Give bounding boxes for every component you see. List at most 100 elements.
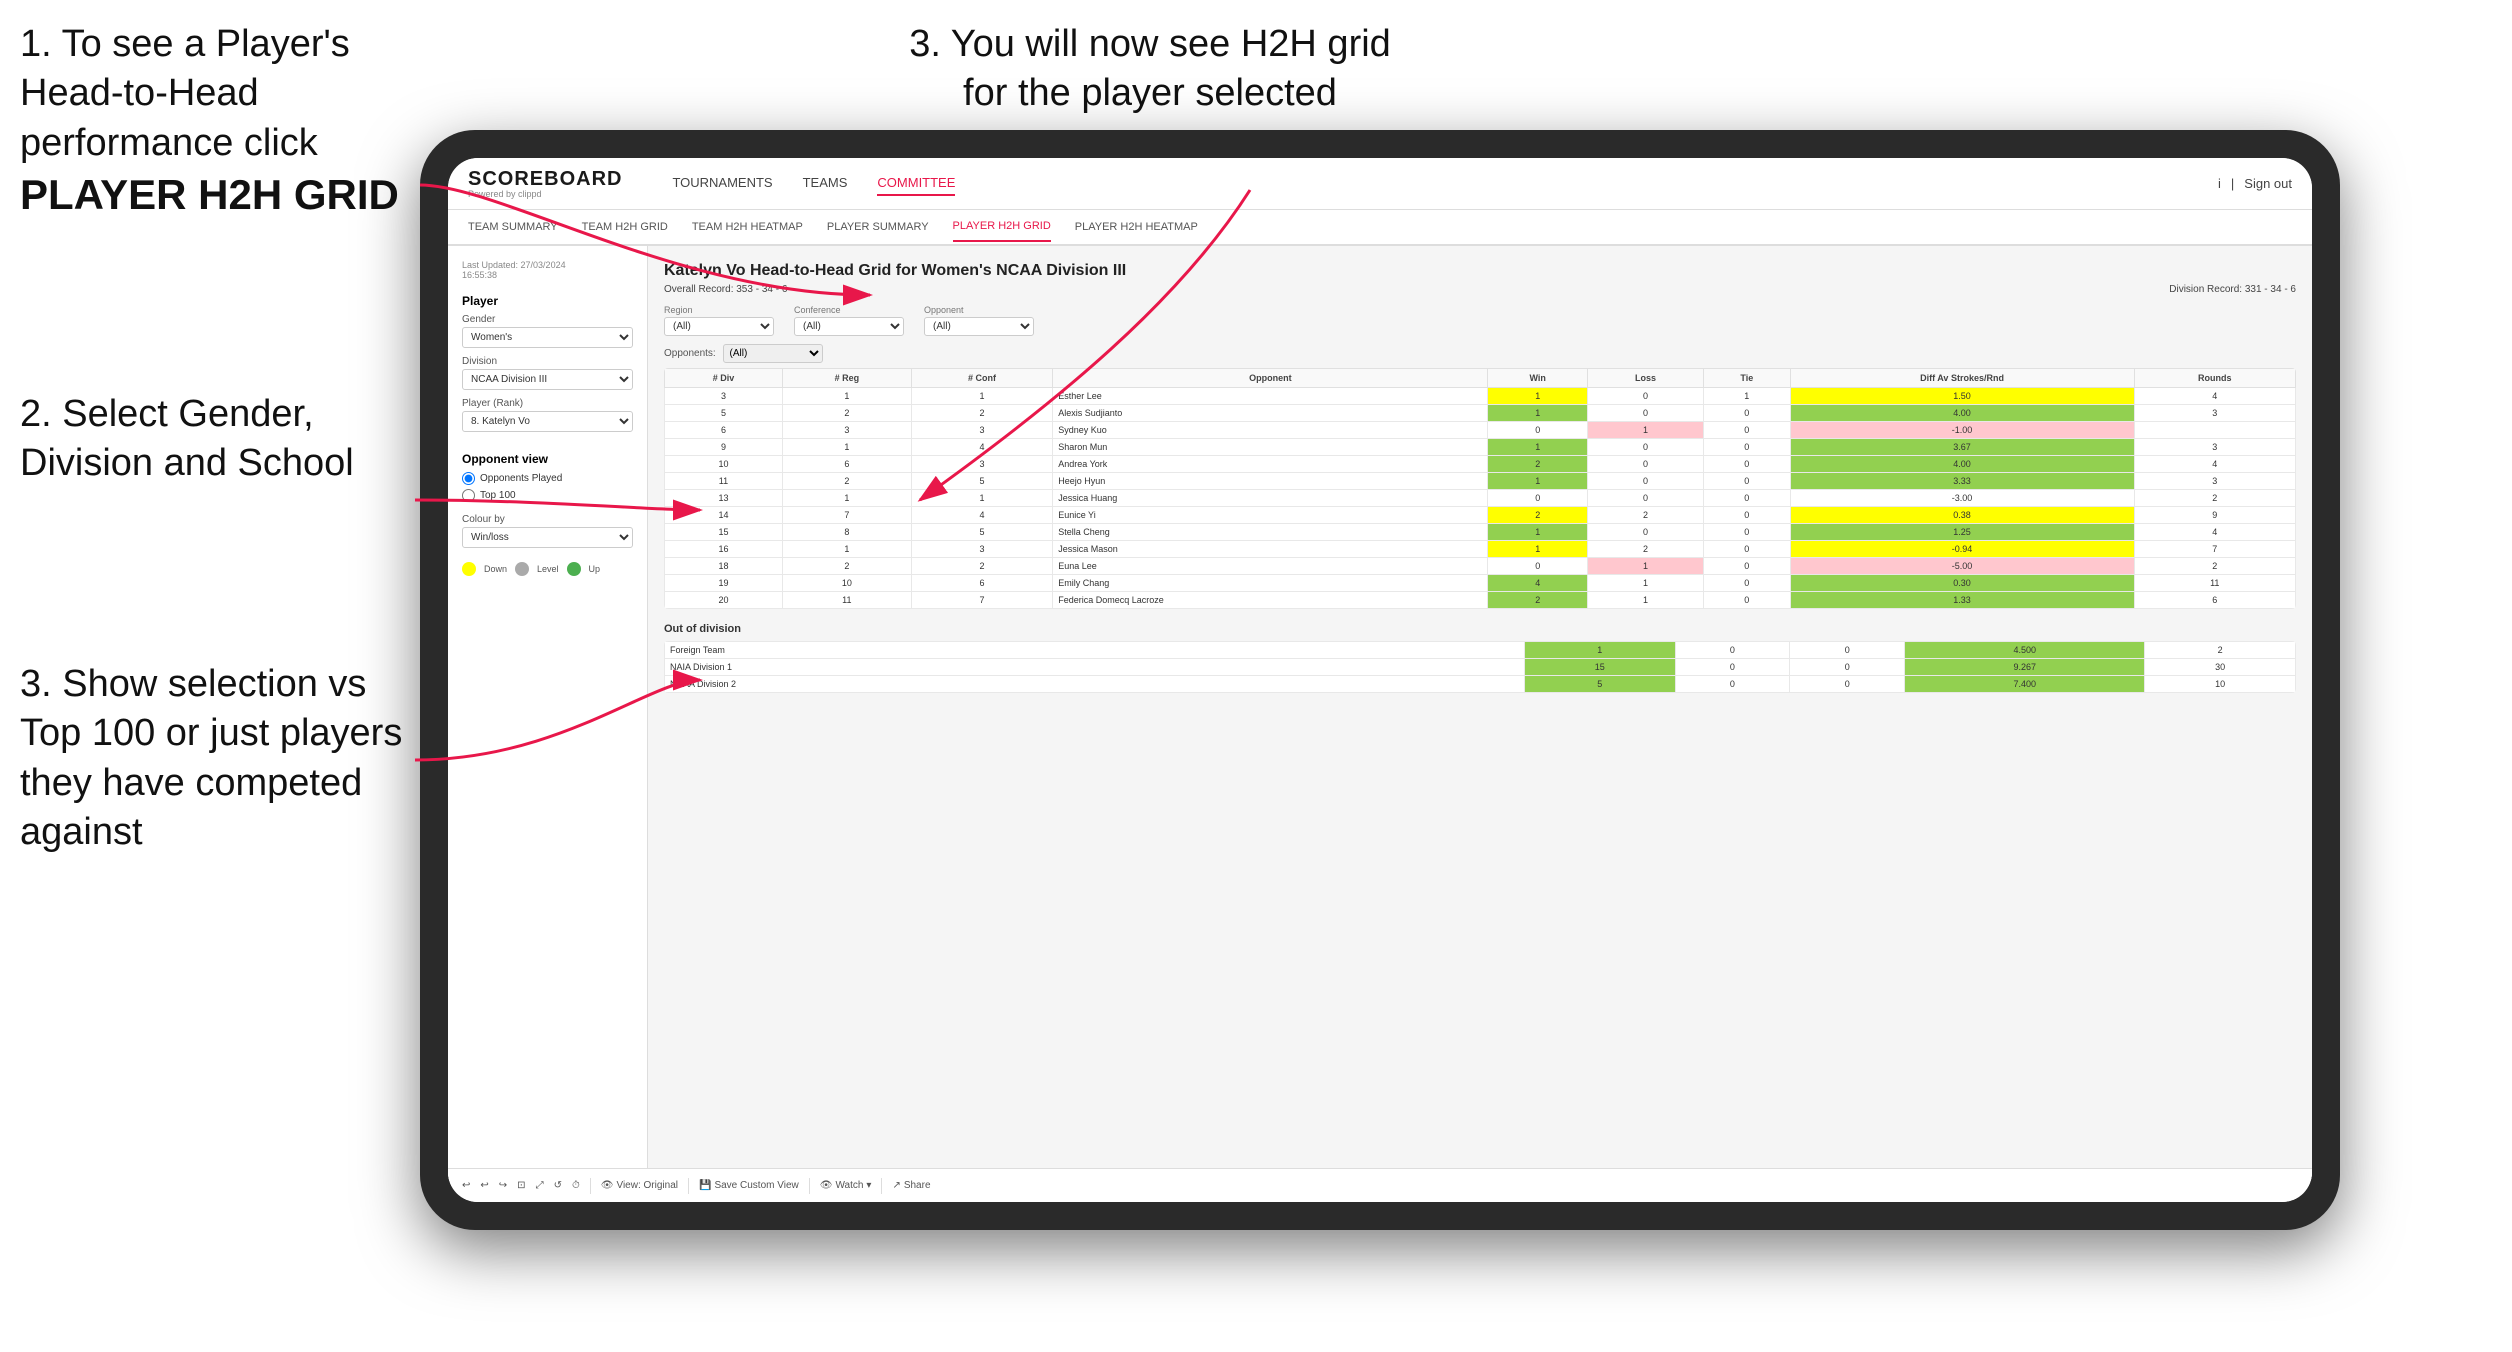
table-row: 10 6 3 Andrea York 2 0 0 4.00 4	[665, 456, 2296, 473]
cell-div: 18	[665, 558, 783, 575]
radio-opponents-played[interactable]: Opponents Played	[462, 472, 633, 485]
cell-loss: 0	[1587, 405, 1703, 422]
cell-win: 1	[1488, 473, 1587, 490]
cell-conf: 3	[911, 422, 1052, 439]
division-select[interactable]: NCAA Division III NCAA Division I NCAA D…	[462, 369, 633, 390]
cell-loss: 1	[1587, 592, 1703, 609]
cell-reg: 2	[782, 405, 911, 422]
legend-row: Down Level Up	[462, 562, 633, 576]
navbar: SCOREBOARD Powered by clippd TOURNAMENTS…	[448, 158, 2312, 210]
ood-name: NAIA Division 1	[665, 659, 1525, 676]
cell-opponent: Heejo Hyun	[1053, 473, 1488, 490]
cell-conf: 7	[911, 592, 1052, 609]
cell-loss: 0	[1587, 388, 1703, 405]
subnav-team-h2h-grid[interactable]: TEAM H2H GRID	[582, 213, 668, 241]
cell-reg: 3	[782, 422, 911, 439]
cell-loss: 0	[1587, 490, 1703, 507]
table-header-row: # Div # Reg # Conf Opponent Win Loss Tie…	[665, 369, 2296, 388]
col-tie: Tie	[1704, 369, 1790, 388]
out-of-division-wrapper: Foreign Team 1 0 0 4.500 2 NAIA Division…	[664, 641, 2296, 693]
clock-btn[interactable]: ⏱	[572, 1180, 580, 1191]
cell-tie: 0	[1704, 524, 1790, 541]
cell-win: 1	[1488, 439, 1587, 456]
cell-tie: 1	[1704, 388, 1790, 405]
rotate-btn[interactable]: ↺	[554, 1180, 562, 1191]
cell-rounds: 4	[2134, 456, 2295, 473]
legend-up-dot	[567, 562, 581, 576]
cell-win: 4	[1488, 575, 1587, 592]
cell-div: 3	[665, 388, 783, 405]
cell-loss: 0	[1587, 439, 1703, 456]
undo-btn[interactable]: ↩	[462, 1180, 470, 1191]
legend-down-dot	[462, 562, 476, 576]
cell-conf: 2	[911, 558, 1052, 575]
cell-diff: 3.67	[1790, 439, 2134, 456]
table-row: 14 7 4 Eunice Yi 2 2 0 0.38 9	[665, 507, 2296, 524]
grid-table-wrapper: # Div # Reg # Conf Opponent Win Loss Tie…	[664, 368, 2296, 609]
cell-opponent: Esther Lee	[1053, 388, 1488, 405]
cell-win: 0	[1488, 558, 1587, 575]
cell-rounds	[2134, 422, 2295, 439]
cell-reg: 2	[782, 473, 911, 490]
save-custom-btn[interactable]: 💾 Save Custom View	[699, 1180, 799, 1191]
ood-tbody: Foreign Team 1 0 0 4.500 2 NAIA Division…	[665, 642, 2296, 693]
cell-tie: 0	[1704, 490, 1790, 507]
subnav-player-h2h-heatmap[interactable]: PLAYER H2H HEATMAP	[1075, 213, 1198, 241]
opponents-filter-select[interactable]: (All)	[723, 344, 823, 363]
cell-rounds: 4	[2134, 524, 2295, 541]
right-content: Katelyn Vo Head-to-Head Grid for Women's…	[648, 246, 2312, 1200]
cell-conf: 4	[911, 439, 1052, 456]
move-btn[interactable]: ⤢	[536, 1180, 544, 1191]
ood-rounds: 10	[2145, 676, 2296, 693]
radio-top100[interactable]: Top 100	[462, 489, 633, 502]
cell-opponent: Jessica Mason	[1053, 541, 1488, 558]
cell-reg: 2	[782, 558, 911, 575]
redo-btn[interactable]: ↪	[499, 1180, 507, 1191]
subnav-team-summary[interactable]: TEAM SUMMARY	[468, 213, 558, 241]
share-btn[interactable]: ↗ Share	[892, 1180, 930, 1191]
cell-tie: 0	[1704, 558, 1790, 575]
cell-rounds: 4	[2134, 388, 2295, 405]
opponents-label-row: Opponents: (All)	[664, 344, 2296, 363]
gender-select[interactable]: Women's Men's	[462, 327, 633, 348]
undo2-btn[interactable]: ↩	[480, 1180, 488, 1191]
region-filter: Region (All)	[664, 305, 774, 336]
cell-reg: 1	[782, 439, 911, 456]
toolbar-divider4	[881, 1178, 882, 1194]
nav-tournaments[interactable]: TOURNAMENTS	[672, 171, 772, 196]
view-original-btn[interactable]: 👁 View: Original	[601, 1180, 678, 1191]
grid-tbody: 3 1 1 Esther Lee 1 0 1 1.50 4 5 2 2 Alex…	[665, 388, 2296, 609]
sign-out-btn[interactable]: Sign out	[2244, 176, 2292, 191]
cell-div: 19	[665, 575, 783, 592]
subnav-team-h2h-heatmap[interactable]: TEAM H2H HEATMAP	[692, 213, 803, 241]
ood-loss: 0	[1675, 659, 1790, 676]
subnav-player-h2h-grid[interactable]: PLAYER H2H GRID	[953, 212, 1051, 242]
player-rank-select[interactable]: 8. Katelyn Vo	[462, 411, 633, 432]
cell-conf: 3	[911, 456, 1052, 473]
cell-win: 2	[1488, 507, 1587, 524]
crop-btn[interactable]: ⊡	[517, 1180, 525, 1191]
table-row: 19 10 6 Emily Chang 4 1 0 0.30 11	[665, 575, 2296, 592]
eye-icon: 👁	[601, 1180, 614, 1191]
cell-conf: 3	[911, 541, 1052, 558]
cell-diff: 4.00	[1790, 405, 2134, 422]
toolbar-divider2	[688, 1178, 689, 1194]
cell-diff: 4.00	[1790, 456, 2134, 473]
ood-diff: 4.500	[1905, 642, 2145, 659]
legend-level-label: Level	[537, 564, 559, 574]
conference-select[interactable]: (All)	[794, 317, 904, 336]
cell-diff: 1.25	[1790, 524, 2134, 541]
subnav-player-summary[interactable]: PLAYER SUMMARY	[827, 213, 929, 241]
cell-tie: 0	[1704, 541, 1790, 558]
nav-committee[interactable]: COMMITTEE	[877, 171, 955, 196]
opponent-select[interactable]: (All)	[924, 317, 1034, 336]
instruction-step3-bottom: 3. Show selection vs Top 100 or just pla…	[20, 660, 410, 858]
nav-teams[interactable]: TEAMS	[803, 171, 848, 196]
cell-reg: 11	[782, 592, 911, 609]
region-select[interactable]: (All)	[664, 317, 774, 336]
cell-loss: 1	[1587, 422, 1703, 439]
watch-btn[interactable]: 👁 Watch ▾	[820, 1180, 872, 1191]
cell-reg: 8	[782, 524, 911, 541]
ood-tie: 0	[1790, 659, 1905, 676]
colour-select[interactable]: Win/loss	[462, 527, 633, 548]
